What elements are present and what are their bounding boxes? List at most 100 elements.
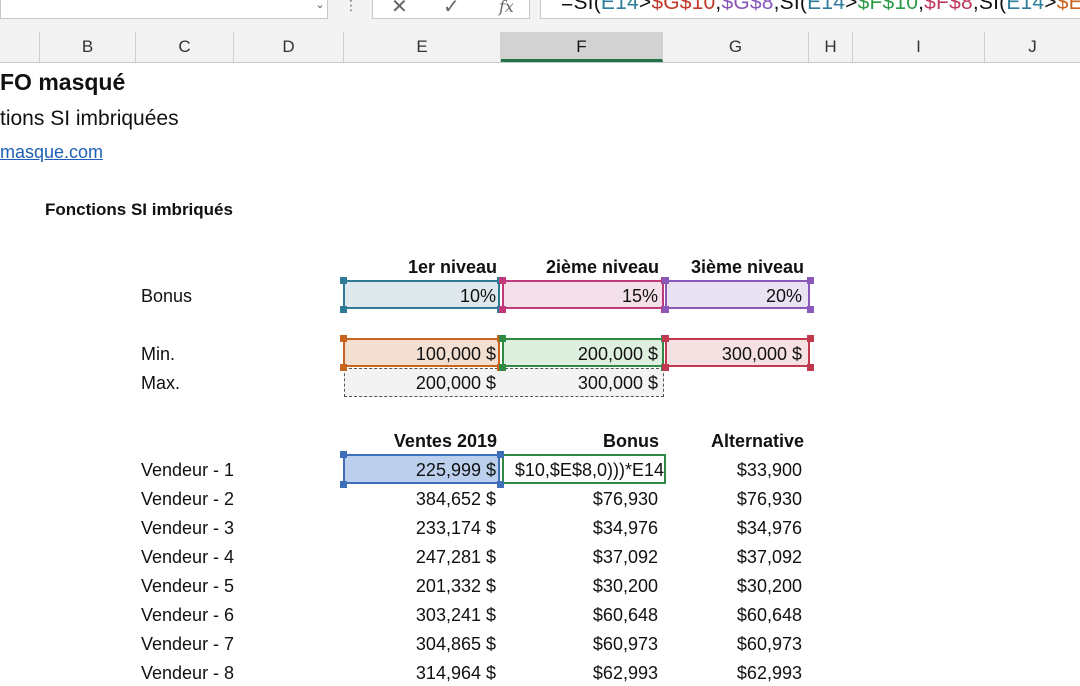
ventes-value[interactable]: 233,174 $ [344, 515, 496, 541]
formula-part: > [1044, 0, 1057, 14]
formula-part: ,SI( [972, 0, 1007, 14]
min-3-value[interactable]: 300,000 $ [663, 341, 802, 367]
bonus-value[interactable]: $30,200 [501, 573, 658, 599]
site-link[interactable]: masque.com [0, 139, 103, 165]
min-1-value[interactable]: 100,000 $ [344, 341, 496, 367]
bonus-header: Bonus [603, 431, 659, 451]
ventes-header: Ventes 2019 [393, 431, 497, 451]
vendeur-label: Vendeur - 1 [141, 460, 235, 480]
formula-part: E14 [807, 0, 846, 14]
ventes-value[interactable]: 247,281 $ [344, 544, 496, 570]
min-label: Min. [141, 344, 176, 364]
range-resize-handle[interactable] [340, 277, 347, 284]
column-header-f[interactable]: F [501, 32, 663, 62]
bonus-value[interactable]: $60,973 [501, 631, 658, 657]
formula-part: E14 [1006, 0, 1045, 14]
range-resize-handle[interactable] [499, 335, 506, 342]
vendeur-label: Vendeur - 3 [141, 518, 235, 538]
range-resize-handle[interactable] [807, 277, 814, 284]
bonus-value[interactable]: $76,930 [501, 486, 658, 512]
column-headers: B C D E F G H I J [0, 32, 1080, 63]
alternative-value[interactable]: $30,200 [663, 573, 802, 599]
formula-buttons: ✕ ✓ fx [372, 0, 530, 19]
column-header-d[interactable]: D [234, 32, 344, 62]
column-header-g[interactable]: G [663, 32, 809, 62]
range-resize-handle[interactable] [807, 306, 814, 313]
range-resize-handle[interactable] [340, 364, 347, 371]
range-resize-handle[interactable] [497, 451, 504, 458]
range-resize-handle[interactable] [340, 481, 347, 488]
formula-bar: ⌄ ⋮ ✕ ✓ fx =SI(E14>$G$10,$G$8,SI(E14>$F$… [0, 0, 1080, 33]
range-resize-handle[interactable] [340, 451, 347, 458]
level-2-header: 2ième niveau [545, 257, 659, 277]
ventes-value[interactable]: 225,999 $ [344, 457, 496, 483]
vendeur-label: Vendeur - 8 [141, 663, 235, 683]
more-options-icon[interactable]: ⋮ [344, 0, 358, 14]
cancel-icon[interactable]: ✕ [391, 0, 408, 19]
min-2-value[interactable]: 200,000 $ [501, 341, 658, 367]
enter-icon[interactable]: ✓ [443, 0, 460, 19]
range-resize-handle[interactable] [499, 364, 506, 371]
level-1-header: 1er niveau [407, 257, 497, 277]
bonus-1-value[interactable]: 10% [344, 283, 496, 309]
active-cell-formula[interactable]: $10,$E$8,0)))*E14 [503, 457, 664, 483]
max-1-value[interactable]: 200,000 $ [344, 370, 496, 396]
name-box[interactable]: ⌄ [0, 0, 328, 19]
alternative-value[interactable]: $37,092 [663, 544, 802, 570]
section-title: Fonctions SI imbriqués [45, 200, 233, 219]
range-resize-handle[interactable] [662, 277, 669, 284]
formula-part: > [638, 0, 652, 14]
alternative-value[interactable]: $76,930 [663, 486, 802, 512]
bonus-2-value[interactable]: 15% [501, 283, 658, 309]
bonus-value[interactable]: $60,648 [501, 602, 658, 628]
range-resize-handle[interactable] [662, 306, 669, 313]
range-resize-handle[interactable] [499, 277, 506, 284]
bonus-3-value[interactable]: 20% [663, 283, 802, 309]
formula-input[interactable]: =SI(E14>$G$10,$G$8,SI(E14>$F$10,$F$8,SI(… [540, 0, 1080, 19]
chevron-down-icon[interactable]: ⌄ [313, 0, 327, 14]
alternative-value[interactable]: $60,973 [663, 631, 802, 657]
formula-part: $E$10 [1056, 0, 1080, 14]
range-resize-handle[interactable] [662, 335, 669, 342]
ventes-value[interactable]: 303,241 $ [344, 602, 496, 628]
ventes-value[interactable]: 201,332 $ [344, 573, 496, 599]
range-resize-handle[interactable] [807, 335, 814, 342]
alternative-value[interactable]: $60,648 [663, 602, 802, 628]
range-resize-handle[interactable] [340, 306, 347, 313]
ventes-value[interactable]: 304,865 $ [344, 631, 496, 657]
level-3-header: 3ième niveau [690, 257, 804, 277]
range-resize-handle[interactable] [499, 306, 506, 313]
ventes-value[interactable]: 384,652 $ [344, 486, 496, 512]
ventes-value[interactable]: 314,964 $ [344, 660, 496, 686]
column-header-a[interactable] [0, 32, 40, 62]
formula-part: $G$10 [651, 0, 716, 14]
range-resize-handle[interactable] [807, 364, 814, 371]
formula-part: ,SI( [773, 0, 808, 14]
column-header-b[interactable]: B [40, 32, 136, 62]
range-resize-handle[interactable] [340, 335, 347, 342]
range-resize-handle[interactable] [497, 481, 504, 488]
formula-part: $F$10 [857, 0, 919, 14]
insert-function-icon[interactable]: fx [499, 0, 514, 16]
bonus-value[interactable]: $37,092 [501, 544, 658, 570]
bonus-value[interactable]: $62,993 [501, 660, 658, 686]
formula-part: $F$8 [924, 0, 973, 14]
column-header-e[interactable]: E [344, 32, 501, 62]
alternative-value[interactable]: $33,900 [663, 457, 802, 483]
sheet-subtitle: tions SI imbriquées [0, 107, 179, 130]
range-resize-handle[interactable] [662, 364, 669, 371]
column-header-i[interactable]: I [853, 32, 985, 62]
column-header-c[interactable]: C [136, 32, 234, 62]
vendeur-label: Vendeur - 5 [141, 576, 235, 596]
vendeur-label: Vendeur - 6 [141, 605, 235, 625]
alternative-value[interactable]: $34,976 [663, 515, 802, 541]
formula-part: =SI( [561, 0, 601, 14]
max-2-value[interactable]: 300,000 $ [501, 370, 658, 396]
column-header-j[interactable]: J [985, 32, 1080, 62]
formula-text: =SI(E14>$G$10,$G$8,SI(E14>$F$10,$F$8,SI(… [561, 0, 1080, 15]
alternative-value[interactable]: $62,993 [663, 660, 802, 686]
column-header-h[interactable]: H [809, 32, 853, 62]
max-label: Max. [141, 373, 181, 393]
vendeur-label: Vendeur - 4 [141, 547, 235, 567]
bonus-value[interactable]: $34,976 [501, 515, 658, 541]
